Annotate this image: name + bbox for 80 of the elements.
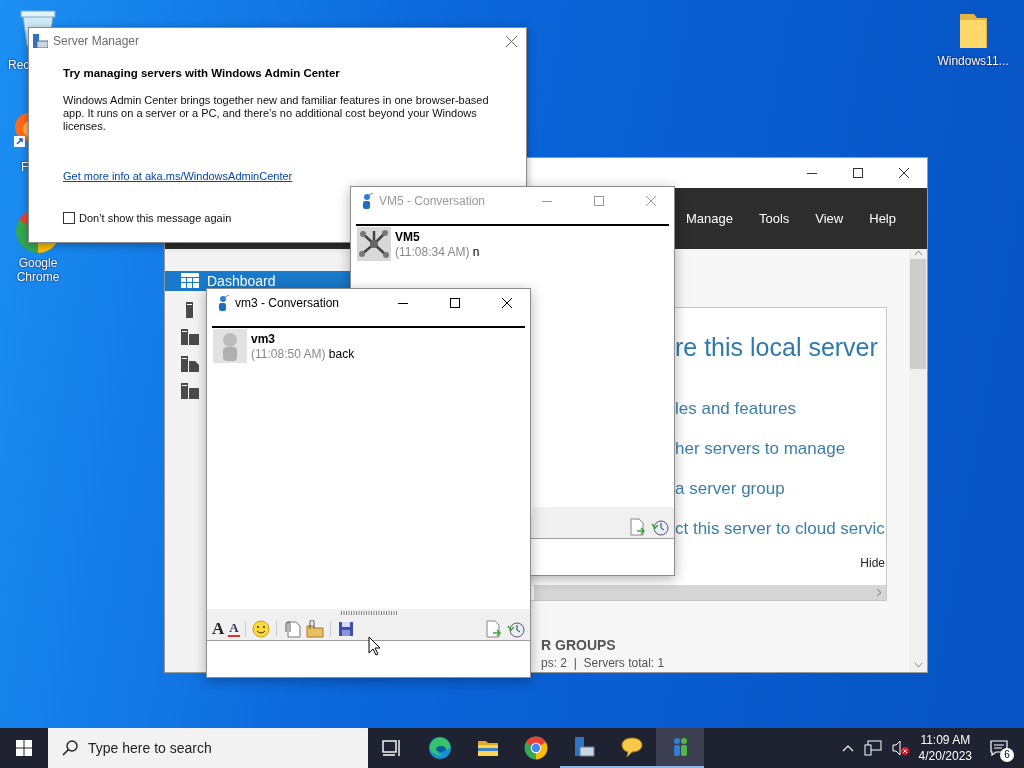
servers-icon [181, 383, 199, 399]
nav-item[interactable]: Dashboard [165, 271, 351, 291]
send-file-button[interactable] [483, 618, 503, 639]
window-title: vm3 - Conversation [235, 296, 341, 310]
send-file-icon [484, 619, 502, 638]
font-button[interactable]: A [211, 618, 226, 639]
close-icon [505, 35, 517, 47]
file-servers-icon [181, 356, 199, 372]
task-link[interactable]: a server group [675, 478, 785, 500]
network-icon[interactable] [863, 740, 882, 756]
dashboard-icon [181, 273, 199, 289]
checkbox-label[interactable]: Don’t show this message again [79, 212, 232, 224]
clock-date[interactable]: 4/20/2023 [918, 748, 972, 764]
close-icon [502, 298, 512, 308]
message-text: back [328, 347, 355, 361]
taskbar-button[interactable] [656, 728, 704, 768]
save-icon [336, 619, 355, 638]
chevron-up-icon[interactable] [841, 744, 854, 752]
font-color-button[interactable]: A [228, 620, 240, 637]
notifications-icon [990, 740, 1008, 756]
message-text: n [472, 245, 480, 259]
sender-name: vm3 [251, 332, 277, 346]
window-title: VM5 - Conversation [379, 194, 487, 208]
attach-file-icon [282, 619, 301, 638]
search-field[interactable]: Type here to search [48, 728, 368, 768]
task-link[interactable]: her servers to manage [675, 438, 846, 460]
search-icon [62, 740, 78, 756]
close-icon [899, 168, 909, 178]
notification-badge: 6 [1000, 748, 1014, 762]
dialog-title: Server Manager [53, 34, 141, 48]
browser-icon [524, 736, 548, 760]
message-input[interactable] [533, 539, 674, 575]
icon-label[interactable]: F [21, 160, 29, 174]
scroll-up-icon[interactable] [913, 249, 923, 257]
server-manager-icon [33, 34, 48, 48]
scroll-right-icon [876, 588, 882, 597]
close-icon [646, 196, 656, 206]
welcome-title: re this local server [675, 332, 879, 362]
clock-time[interactable]: 11:09 AM [920, 732, 971, 748]
edge-browser-icon [428, 736, 452, 760]
group-summary: ps: 2 | Servers total: 1 [541, 656, 666, 670]
maximize-icon [853, 168, 863, 178]
emoticon-icon [251, 619, 270, 638]
menu-item[interactable]: Tools [745, 211, 803, 226]
maximize-icon [594, 196, 604, 206]
icon-label[interactable]: Windows11... [937, 54, 1009, 68]
hide-link[interactable]: Hide [860, 556, 885, 570]
task-link[interactable]: les and features [675, 398, 796, 420]
server-manager-icon [572, 735, 596, 759]
send-file-icon [628, 517, 646, 536]
send-file-button[interactable] [627, 516, 647, 537]
avatar [213, 329, 247, 363]
menu-item[interactable]: Help [856, 211, 909, 226]
mouse-pointer-icon [368, 636, 381, 656]
attach-folder-icon [305, 619, 324, 638]
avatar [357, 227, 391, 261]
attach-folder-button[interactable] [304, 618, 325, 639]
notifications-button[interactable]: 6 [982, 728, 1016, 768]
maximize-icon [450, 298, 460, 308]
emoticon-button[interactable] [250, 618, 271, 639]
scroll-down-icon[interactable] [913, 661, 923, 669]
dialog-heading: Try managing servers with Windows Admin Center [63, 67, 341, 79]
splitter-grip-icon[interactable] [340, 611, 397, 615]
dialog-message: Windows Admin Center brings together new and familiar features in one browser-based app. It runs on a server or a PC, and there’s no additional cost beyond your Windows licenses. [63, 94, 490, 133]
info-link[interactable]: Get more info at aka.ms/WindowsAdminCenter [63, 170, 293, 182]
checkbox[interactable] [63, 212, 75, 224]
message-time: (11:08:34 AM) [395, 245, 470, 259]
menu-item[interactable]: Manage [672, 211, 746, 226]
icon-label[interactable]: Google Chrome [8, 256, 68, 284]
task-link[interactable]: ct this server to cloud servic [675, 518, 885, 540]
speech-bubble-icon [620, 735, 644, 759]
sender-name: VM5 [395, 230, 421, 244]
servers-icon [181, 329, 199, 345]
scrollbar-thumb[interactable] [910, 259, 926, 369]
volume-muted-icon[interactable] [891, 740, 910, 756]
section-heading: R GROUPS [541, 637, 617, 653]
menu-item[interactable]: View [802, 211, 857, 226]
message-input[interactable] [207, 641, 530, 677]
message-time: (11:08:50 AM) [251, 347, 326, 361]
windows-logo-icon [16, 740, 32, 756]
